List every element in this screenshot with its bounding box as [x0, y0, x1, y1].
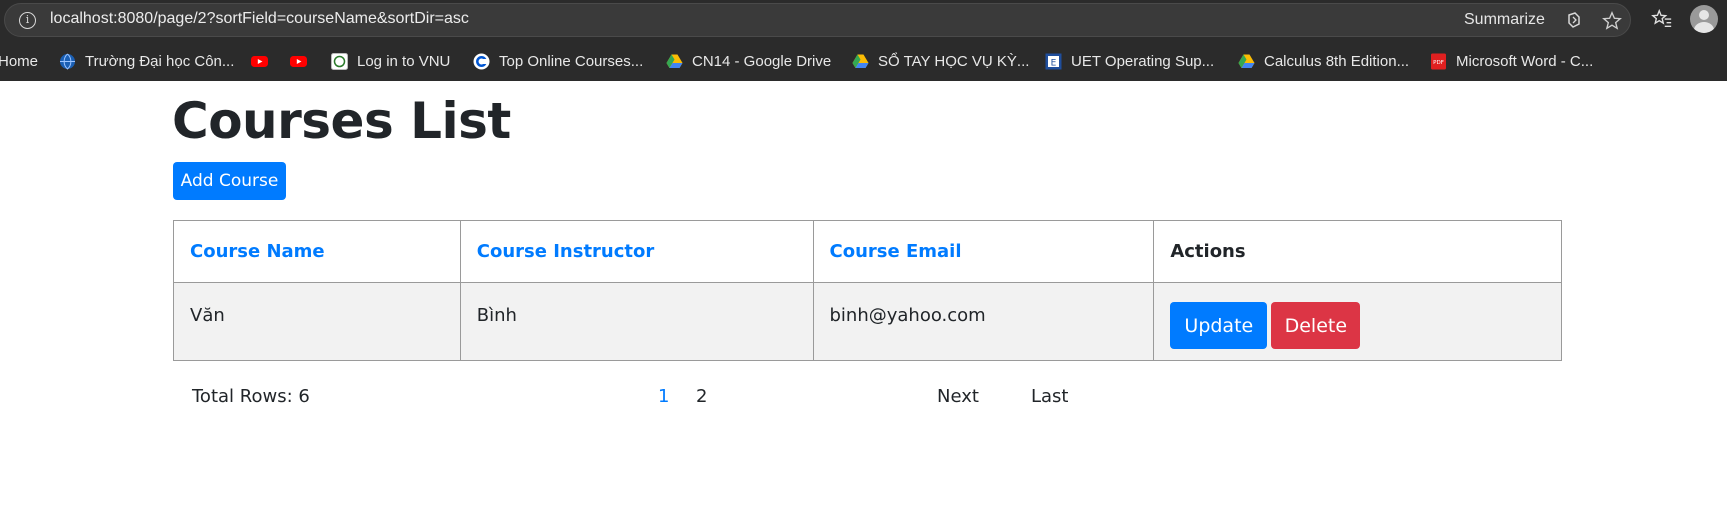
page-link-2[interactable]: 2: [696, 386, 707, 407]
courses-table: Course Name Course Instructor Course Ema…: [173, 220, 1562, 361]
browser-chrome: i localhost:8080/page/2?sortField=course…: [0, 0, 1727, 81]
bookmark-home[interactable]: Home: [0, 51, 38, 71]
bookmark-label: UET Operating Sup...: [1071, 52, 1215, 70]
avatar-body-shape: [1694, 22, 1714, 33]
cell-course-instructor: Bình: [459, 282, 814, 361]
cell-course-email: binh@yahoo.com: [812, 282, 1155, 361]
svg-text:PDF: PDF: [1433, 60, 1444, 66]
add-course-button[interactable]: Add Course: [173, 162, 286, 200]
bookmark-star-icon[interactable]: [1601, 10, 1623, 32]
cell-actions: Update Delete: [1153, 282, 1562, 361]
bookmark-youtube-1[interactable]: [251, 51, 277, 71]
avatar-head-shape: [1699, 10, 1709, 20]
header-course-instructor[interactable]: Course Instructor: [459, 220, 814, 283]
uet-icon: E: [1045, 53, 1062, 69]
cell-course-name: Văn: [173, 282, 461, 361]
bookmark-calculus[interactable]: Calculus 8th Edition...: [1238, 51, 1409, 71]
bookmarks-bar: Home Trường Đại học Côn... Log in to VNU…: [0, 44, 1727, 78]
bookmark-cn14-drive[interactable]: CN14 - Google Drive: [666, 51, 831, 71]
total-rows-text: Total Rows: 6: [192, 386, 310, 407]
table-header-row: Course Name Course Instructor Course Ema…: [173, 220, 1562, 283]
header-course-email[interactable]: Course Email: [812, 220, 1155, 283]
sort-link-course-email[interactable]: Course Email: [830, 241, 962, 262]
bookmark-label: Log in to VNU: [357, 52, 451, 70]
google-drive-icon: [852, 54, 869, 68]
delete-button[interactable]: Delete: [1271, 302, 1361, 349]
last-page-link[interactable]: Last: [1031, 386, 1069, 407]
svg-text:E: E: [1051, 58, 1057, 68]
sort-link-course-name[interactable]: Course Name: [190, 241, 325, 262]
pdf-icon: PDF: [1431, 53, 1446, 69]
next-page-link[interactable]: Next: [937, 386, 979, 407]
table-row: Văn Bình binh@yahoo.com Update Delete: [173, 282, 1562, 361]
bookmark-coursera[interactable]: Top Online Courses...: [473, 51, 643, 71]
bookmark-truong-dai-hoc[interactable]: Trường Đại học Côn...: [59, 51, 234, 71]
google-drive-icon: [666, 54, 683, 68]
vnu-icon: [331, 52, 348, 70]
bookmark-label: Calculus 8th Edition...: [1264, 52, 1410, 70]
bookmark-label: CN14 - Google Drive: [692, 52, 832, 70]
bookmark-label: Top Online Courses...: [499, 52, 644, 70]
youtube-icon: [251, 55, 268, 67]
google-drive-icon: [1238, 54, 1255, 68]
bookmark-youtube-2[interactable]: [290, 51, 316, 71]
site-info-icon[interactable]: i: [19, 12, 36, 29]
bookmark-label: SỔ TAY HỌC VỤ KỲ...: [878, 52, 1030, 70]
bookmark-label: Home: [0, 52, 39, 70]
bookmark-vnu[interactable]: Log in to VNU: [331, 51, 450, 71]
youtube-icon: [290, 55, 307, 67]
profile-avatar[interactable]: [1690, 5, 1718, 33]
summarize-label[interactable]: Summarize: [1464, 11, 1545, 29]
header-course-name[interactable]: Course Name: [173, 220, 461, 283]
bookmark-label: Trường Đại học Côn...: [85, 52, 235, 70]
page-link-1[interactable]: 1: [658, 386, 669, 407]
favorites-icon[interactable]: [1651, 8, 1673, 30]
url-text[interactable]: localhost:8080/page/2?sortField=courseNa…: [50, 10, 469, 28]
bookmark-uet-operating[interactable]: E UET Operating Sup...: [1045, 51, 1214, 71]
globe-icon: [60, 53, 75, 70]
bookmark-microsoft-word[interactable]: PDF Microsoft Word - C...: [1430, 51, 1593, 71]
coursera-icon: [473, 53, 490, 69]
bookmark-label: Microsoft Word - C...: [1456, 52, 1594, 70]
update-button[interactable]: Update: [1170, 302, 1268, 349]
bookmark-so-tay-hoc-vu[interactable]: SỔ TAY HỌC VỤ KỲ...: [852, 51, 1029, 71]
sort-link-course-instructor[interactable]: Course Instructor: [477, 241, 655, 262]
copilot-icon[interactable]: [1565, 11, 1583, 29]
page-title: Courses List: [172, 92, 511, 150]
address-bar[interactable]: i localhost:8080/page/2?sortField=course…: [4, 3, 1631, 37]
header-actions: Actions: [1153, 220, 1562, 283]
